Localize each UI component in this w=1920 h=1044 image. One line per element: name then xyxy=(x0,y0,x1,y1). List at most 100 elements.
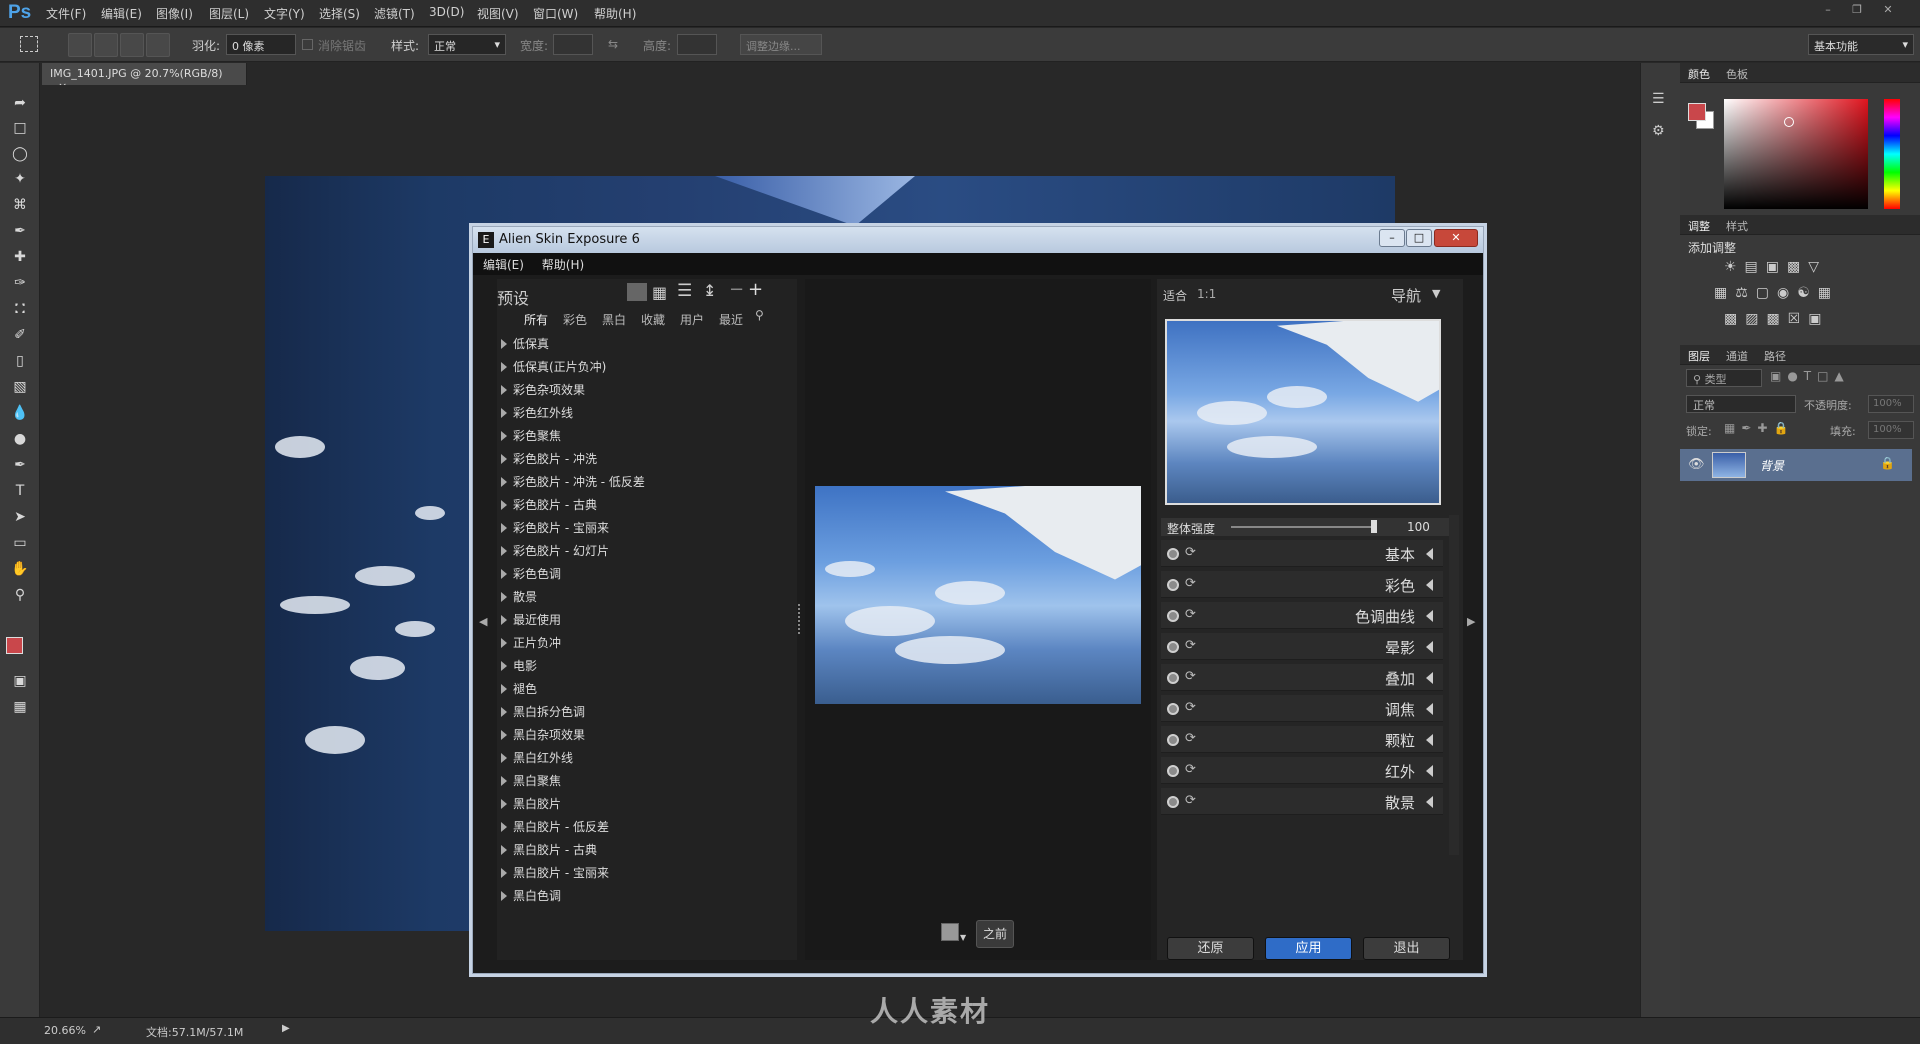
dialog-menu-help[interactable]: 帮助(H) xyxy=(542,258,584,272)
preset-item[interactable]: 彩色胶片 - 冲洗 - 低反差 xyxy=(501,473,645,490)
share-icon[interactable]: ↗ xyxy=(92,1023,101,1036)
adjustment-row[interactable]: ⟳ 调焦 xyxy=(1161,695,1443,722)
enable-toggle-icon[interactable] xyxy=(1167,734,1179,746)
gradient-tool-icon[interactable]: ▧ xyxy=(7,375,33,399)
adjustment-row[interactable]: ⟳ 基本 xyxy=(1161,540,1443,567)
remove-preset-icon[interactable]: − xyxy=(729,279,744,300)
close-icon[interactable]: ✕ xyxy=(1876,3,1900,19)
tab-paths[interactable]: 路径 xyxy=(1756,345,1794,367)
preset-item[interactable]: 彩色胶片 - 宝丽来 xyxy=(501,519,609,536)
tab-swatches[interactable]: 色板 xyxy=(1718,63,1756,85)
screen-mode-icon[interactable]: ▦ xyxy=(7,695,33,719)
color-picker-field[interactable] xyxy=(1724,99,1868,209)
expand-arrow-icon[interactable] xyxy=(1426,703,1433,715)
expand-arrow-icon[interactable] xyxy=(501,753,507,763)
preset-item[interactable]: 散景 xyxy=(501,588,537,605)
reset-icon[interactable]: ⟳ xyxy=(1185,607,1196,622)
tab-layers[interactable]: 图层 xyxy=(1680,345,1718,367)
expand-arrow-icon[interactable] xyxy=(501,822,507,832)
crop-tool-icon[interactable]: ⌘ xyxy=(7,193,33,217)
list-view-icon[interactable]: ☰ xyxy=(677,281,692,301)
menu-image[interactable]: 图像(I) xyxy=(156,5,193,22)
preset-item[interactable]: 正片负冲 xyxy=(501,634,561,651)
preset-item[interactable]: 黑白色调 xyxy=(501,887,561,904)
background-color-swatch[interactable] xyxy=(941,923,959,941)
expand-arrow-icon[interactable] xyxy=(501,661,507,671)
eyedropper-tool-icon[interactable]: ✒ xyxy=(7,219,33,243)
expand-arrow-icon[interactable] xyxy=(1426,548,1433,560)
preset-item[interactable]: 电影 xyxy=(501,657,537,674)
collapse-left-icon[interactable]: ◀ xyxy=(479,615,487,628)
navigator-label[interactable]: 导航 xyxy=(1391,285,1421,306)
zoom-level[interactable]: 20.66% xyxy=(44,1024,86,1037)
quick-select-tool-icon[interactable]: ✦ xyxy=(7,167,33,191)
document-tab[interactable]: IMG_1401.JPG @ 20.7%(RGB/8) × xyxy=(42,63,247,93)
enable-toggle-icon[interactable] xyxy=(1167,672,1179,684)
adjustment-row[interactable]: ⟳ 叠加 xyxy=(1161,664,1443,691)
enable-toggle-icon[interactable] xyxy=(1167,548,1179,560)
refine-edge-button[interactable]: 调整边缘... xyxy=(740,34,822,55)
preset-item[interactable]: 彩色胶片 - 幻灯片 xyxy=(501,542,609,559)
layer-filter-icons[interactable]: ▣●T□▲ xyxy=(1770,369,1850,383)
expand-arrow-icon[interactable] xyxy=(501,477,507,487)
menu-window[interactable]: 窗口(W) xyxy=(533,5,578,22)
enable-toggle-icon[interactable] xyxy=(1167,703,1179,715)
preset-item[interactable]: 彩色胶片 - 冲洗 xyxy=(501,450,597,467)
blur-tool-icon[interactable]: 💧 xyxy=(7,401,33,425)
menu-type[interactable]: 文字(Y) xyxy=(264,5,305,22)
tab-color[interactable]: 颜色 xyxy=(1680,63,1718,85)
antialias-checkbox[interactable] xyxy=(302,39,313,50)
menu-view[interactable]: 视图(V) xyxy=(477,5,519,22)
preview-image[interactable] xyxy=(815,486,1141,704)
expand-arrow-icon[interactable] xyxy=(501,385,507,395)
expand-arrow-icon[interactable] xyxy=(501,615,507,625)
navigator-thumbnail[interactable] xyxy=(1165,319,1441,505)
preset-item[interactable]: 黑白拆分色调 xyxy=(501,703,585,720)
tab-channels[interactable]: 通道 xyxy=(1718,345,1756,367)
expand-arrow-icon[interactable] xyxy=(501,799,507,809)
preset-item[interactable]: 彩色色调 xyxy=(501,565,561,582)
hand-tool-icon[interactable]: ✋ xyxy=(7,557,33,581)
reset-icon[interactable]: ⟳ xyxy=(1185,576,1196,591)
menu-select[interactable]: 选择(S) xyxy=(319,5,360,22)
height-input[interactable] xyxy=(677,34,717,55)
subtract-selection-icon[interactable] xyxy=(120,33,144,57)
reset-icon[interactable]: ⟳ xyxy=(1185,731,1196,746)
style-select[interactable]: 正常 ▾ xyxy=(428,34,506,55)
filter-all[interactable]: 所有 xyxy=(524,311,548,328)
filter-color[interactable]: 彩色 xyxy=(563,311,587,328)
properties-icon[interactable]: ⚙ xyxy=(1652,123,1665,139)
expand-arrow-icon[interactable] xyxy=(501,569,507,579)
type-tool-icon[interactable]: T xyxy=(7,479,33,503)
marquee-tool-icon[interactable] xyxy=(20,36,38,52)
visibility-eye-icon[interactable]: 👁 xyxy=(1688,457,1705,472)
expand-arrow-icon[interactable] xyxy=(501,891,507,901)
collapse-right-icon[interactable]: ▶ xyxy=(1467,615,1475,628)
adjustment-row[interactable]: ⟳ 晕影 xyxy=(1161,633,1443,660)
preset-item[interactable]: 黑白聚焦 xyxy=(501,772,561,789)
preset-item[interactable]: 褪色 xyxy=(501,680,537,697)
preset-item[interactable]: 彩色红外线 xyxy=(501,404,573,421)
expand-arrow-icon[interactable] xyxy=(1426,610,1433,622)
expand-arrow-icon[interactable] xyxy=(501,592,507,602)
history-icon[interactable]: ☰ xyxy=(1652,91,1665,107)
search-icon[interactable]: ⚲ xyxy=(755,308,764,322)
filter-bw[interactable]: 黑白 xyxy=(602,311,626,328)
menu-edit[interactable]: 编辑(E) xyxy=(101,5,142,22)
adjustment-row[interactable]: ⟳ 颗粒 xyxy=(1161,726,1443,753)
adjustment-row[interactable]: ⟳ 彩色 xyxy=(1161,571,1443,598)
reset-icon[interactable]: ⟳ xyxy=(1185,545,1196,560)
expand-arrow-icon[interactable] xyxy=(1426,734,1433,746)
dodge-tool-icon[interactable]: ● xyxy=(7,427,33,451)
adjustment-icons-row3[interactable]: ▩▨▩☒▣ xyxy=(1724,311,1829,327)
layer-row-background[interactable]: 👁 背景 🔒 xyxy=(1680,449,1912,481)
reset-icon[interactable]: ⟳ xyxy=(1185,700,1196,715)
dialog-menu-edit[interactable]: 编辑(E) xyxy=(483,258,524,272)
add-selection-icon[interactable] xyxy=(94,33,118,57)
color-picker-cursor[interactable] xyxy=(1784,117,1794,127)
tab-adjustments[interactable]: 调整 xyxy=(1680,215,1718,237)
preset-item[interactable]: 黑白胶片 - 古典 xyxy=(501,841,597,858)
quick-mask-icon[interactable]: ▣ xyxy=(7,669,33,693)
exit-button[interactable]: 退出 xyxy=(1363,937,1450,960)
fit-button[interactable]: 适合 xyxy=(1163,287,1187,304)
